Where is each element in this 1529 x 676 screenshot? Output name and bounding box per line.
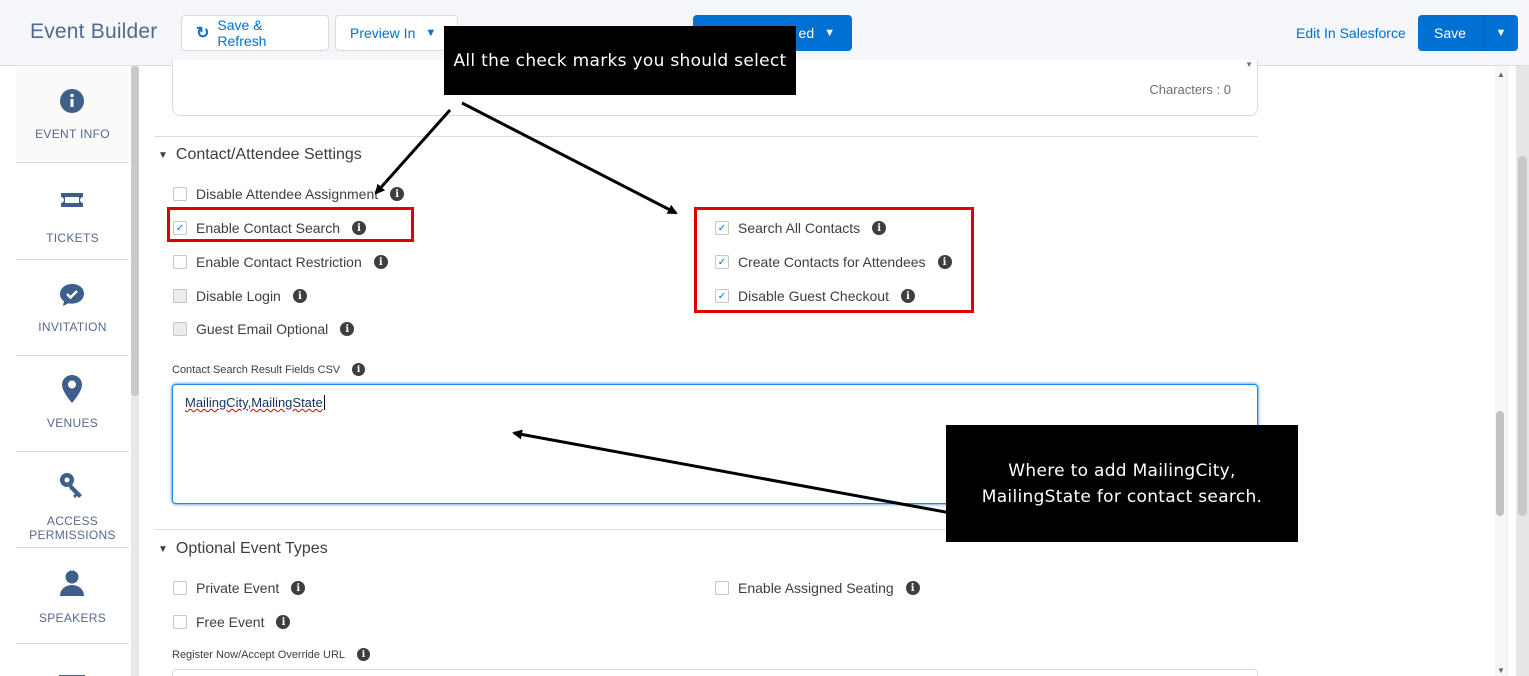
checkbox-free-event[interactable]: Free Event i (173, 614, 291, 630)
info-icon[interactable]: i (276, 615, 291, 629)
sidebar-item-label: TICKETS (46, 231, 99, 245)
text-cursor (323, 395, 325, 410)
preview-label: Preview In (350, 25, 416, 41)
save-button[interactable]: Save ▼ (1418, 15, 1518, 51)
sidebar-item-label: EVENT INFO (35, 127, 110, 141)
location-pin-icon (57, 374, 87, 404)
csv-field-label: Contact Search Result Fields CSV i (172, 363, 366, 376)
callout-select-checkmarks: All the check marks you should select (444, 26, 796, 95)
checkbox-label: Guest Email Optional (196, 321, 329, 337)
chevron-down-icon[interactable]: ▼ (1484, 27, 1518, 39)
section-title: Optional Event Types (175, 540, 328, 557)
highlight-box-enable-contact-search (167, 207, 414, 242)
left-sidebar: EVENT INFO TICKETS INVITATION VENUES ACC… (16, 66, 129, 676)
sidebar-item-tickets[interactable]: TICKETS (16, 163, 129, 260)
ticket-icon (57, 185, 87, 215)
save-refresh-label: Save & Refresh (217, 17, 267, 49)
checkbox-label: Enable Assigned Seating (738, 580, 894, 596)
sidebar-item-more[interactable] (16, 644, 129, 676)
window-scrollbar[interactable] (1516, 66, 1529, 676)
csv-label-text: Contact Search Result Fields CSV (172, 363, 341, 376)
publish-status-label: ed (798, 25, 815, 41)
sidebar-item-label: SPEAKERS (38, 611, 107, 625)
chevron-down-icon: ▼ (824, 27, 835, 39)
save-label: Save (1434, 25, 1466, 41)
checkbox-guest-email-optional[interactable]: Guest Email Optional i (173, 321, 355, 337)
content-scrollbar[interactable]: ▲ ▼ (1495, 66, 1509, 676)
chevron-down-icon: ▼ (1245, 60, 1253, 69)
info-icon[interactable]: i (905, 581, 920, 595)
sidebar-item-access-permissions[interactable]: ACCESS PERMISSIONS (16, 452, 129, 548)
contact-settings-toggle[interactable]: ▼ Contact/Attendee Settings (158, 146, 362, 164)
sidebar-item-invitation[interactable]: INVITATION (16, 260, 129, 356)
checkbox-label: Free Event (196, 614, 265, 630)
scrollbar-thumb[interactable] (1518, 156, 1527, 516)
checkbox[interactable] (173, 615, 187, 629)
checkbox[interactable] (715, 581, 729, 595)
sidebar-item-speakers[interactable]: SPEAKERS (16, 548, 129, 644)
checkbox-enable-assigned-seating[interactable]: Enable Assigned Seating i (715, 580, 920, 596)
list-icon (57, 662, 87, 676)
callout-csv-instructions: Where to add MailingCity, MailingState f… (946, 425, 1298, 542)
info-icon[interactable]: i (292, 289, 307, 303)
sidebar-item-event-info[interactable]: EVENT INFO (16, 66, 129, 163)
override-url-input[interactable] (172, 669, 1258, 676)
checkbox[interactable] (173, 581, 187, 595)
info-icon[interactable]: i (373, 255, 388, 269)
caret-down-icon: ▼ (158, 149, 168, 161)
sidebar-item-label: ACCESS PERMISSIONS (29, 514, 116, 542)
checkbox-private-event[interactable]: Private Event i (173, 580, 306, 596)
character-count: Characters : 0 (1149, 82, 1231, 97)
info-icon[interactable]: i (357, 648, 371, 661)
section-divider (154, 136, 1258, 137)
info-icon[interactable]: i (352, 363, 366, 376)
chat-check-icon (57, 280, 87, 310)
checkbox[interactable] (173, 322, 187, 336)
checkbox[interactable] (173, 187, 187, 201)
checkbox[interactable] (173, 255, 187, 269)
chevron-down-icon: ▼ (425, 27, 437, 39)
info-icon[interactable]: i (291, 581, 306, 595)
checkbox[interactable] (173, 289, 187, 303)
sidebar-item-label: VENUES (46, 416, 99, 430)
person-icon (57, 568, 87, 598)
section-title: Contact/Attendee Settings (175, 146, 362, 163)
refresh-icon: ↻ (196, 25, 210, 42)
edit-in-salesforce-link[interactable]: Edit In Salesforce (1296, 25, 1406, 41)
scroll-down-icon[interactable]: ▼ (1497, 666, 1505, 675)
preview-in-button[interactable]: Preview In ▼ (335, 15, 458, 51)
info-icon (57, 86, 87, 116)
checkbox-disable-attendee-assignment[interactable]: Disable Attendee Assignment i (173, 186, 405, 202)
sidebar-item-venues[interactable]: VENUES (16, 356, 129, 452)
save-refresh-button[interactable]: ↻ Save & Refresh (181, 15, 329, 51)
scrollbar-thumb[interactable] (131, 66, 139, 396)
checkbox-label: Private Event (196, 580, 280, 596)
checkbox-label: Enable Contact Restriction (196, 254, 362, 270)
app-title: Event Builder (30, 20, 158, 43)
override-url-label: Register Now/Accept Override URL i (172, 648, 371, 661)
scroll-up-icon[interactable]: ▲ (1497, 70, 1505, 79)
caret-down-icon: ▼ (158, 543, 168, 555)
override-url-label-text: Register Now/Accept Override URL (172, 648, 346, 661)
key-icon (57, 470, 87, 500)
info-icon[interactable]: i (390, 187, 405, 201)
sidebar-item-label: INVITATION (38, 320, 107, 334)
csv-value: MailingCity,MailingState (185, 395, 323, 410)
checkbox-disable-login[interactable]: Disable Login i (173, 288, 307, 304)
main-content: ▼ Characters : 0 ▼ Contact/Attendee Sett… (140, 60, 1500, 676)
checkbox-label: Disable Login (196, 288, 281, 304)
highlight-box-right-checkboxes (694, 207, 974, 313)
checkbox-label: Disable Attendee Assignment (196, 186, 379, 202)
checkbox-enable-contact-restriction[interactable]: Enable Contact Restriction i (173, 254, 388, 270)
optional-event-types-toggle[interactable]: ▼ Optional Event Types (158, 540, 328, 558)
sidebar-scrollbar[interactable] (131, 66, 139, 676)
info-icon[interactable]: i (340, 322, 355, 336)
scrollbar-thumb[interactable] (1496, 411, 1504, 516)
